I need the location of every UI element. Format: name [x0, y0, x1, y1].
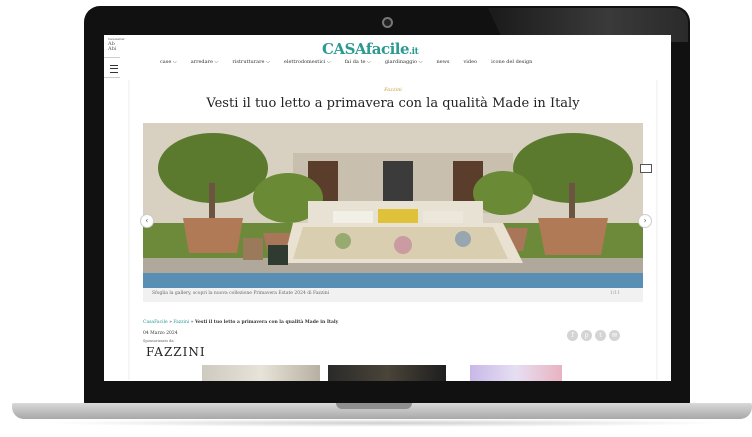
nav-item-giardinaggio[interactable]: giardinaggio ⌵ [385, 59, 423, 65]
article-title: Vesti il tuo letto a primavera con la qu… [206, 96, 580, 111]
left-menu-item[interactable]: Abi [108, 47, 125, 52]
browser-screen: Newsletter Ab Abi CASAfacile.it case ⌵ a… [104, 35, 671, 381]
nav-item-arredare[interactable]: arredare ⌵ [191, 59, 219, 65]
nav-item-video[interactable]: video [463, 59, 477, 65]
pinterest-icon[interactable]: p [581, 330, 592, 341]
breadcrumb-home[interactable]: CasaFacile [143, 320, 168, 325]
related-thumbnail[interactable] [202, 365, 320, 381]
divider [104, 57, 120, 58]
laptop-notch [336, 403, 412, 409]
gallery-image[interactable] [143, 123, 643, 288]
gallery-prev-button[interactable]: ‹ [140, 214, 154, 228]
laptop-shadow [40, 419, 730, 427]
gallery-counter: 1/11 [610, 291, 621, 296]
article-card: Fazzini Vesti il tuo letto a primavera c… [130, 80, 656, 380]
webcam [382, 17, 393, 28]
main-nav: case ⌵ arredare ⌵ ristrutturare ⌵ elettr… [160, 59, 630, 65]
nav-item-elettrodomestici[interactable]: elettrodomestici ⌵ [284, 59, 331, 65]
fullscreen-icon[interactable] [640, 164, 652, 173]
related-thumbnail[interactable] [470, 365, 562, 381]
nav-item-icone-del-design[interactable]: icone del design [491, 59, 532, 65]
related-thumbnail[interactable] [328, 365, 446, 381]
hamburger-menu-icon[interactable] [110, 65, 118, 73]
nav-item-news[interactable]: news [436, 59, 449, 65]
bedroom-garden-photo [143, 123, 643, 288]
email-icon[interactable]: ✉ [609, 330, 620, 341]
sponsor-label: Sponsorizzato da: [143, 339, 175, 343]
nav-item-fai-da-te[interactable]: fai da te ⌵ [345, 59, 371, 65]
breadcrumb: CasaFacile » Fazzini » Vesti il tuo lett… [143, 320, 339, 325]
breadcrumb-section[interactable]: Fazzini [173, 320, 189, 325]
article-date: 04 Marzo 2024 [143, 331, 178, 336]
gallery-next-button[interactable]: › [638, 214, 652, 228]
related-thumbnails [202, 365, 562, 381]
share-buttons: f p t ✉ [567, 330, 620, 341]
article-kicker[interactable]: Fazzini [130, 87, 656, 93]
twitter-icon[interactable]: t [595, 330, 606, 341]
nav-item-case[interactable]: case ⌵ [160, 59, 177, 65]
gallery-caption: Sfoglia la gallery, scopri la nuova coll… [152, 291, 330, 296]
divider [104, 77, 120, 78]
breadcrumb-current: Vesti il tuo letto a primavera con la qu… [194, 320, 339, 325]
left-menu: Newsletter Ab Abi [108, 37, 125, 52]
facebook-icon[interactable]: f [567, 330, 578, 341]
sponsor-brand-logo[interactable]: FAZZINI [146, 345, 206, 359]
site-logo[interactable]: CASAfacile.it [322, 40, 419, 58]
nav-item-ristrutturare[interactable]: ristrutturare ⌵ [232, 59, 270, 65]
